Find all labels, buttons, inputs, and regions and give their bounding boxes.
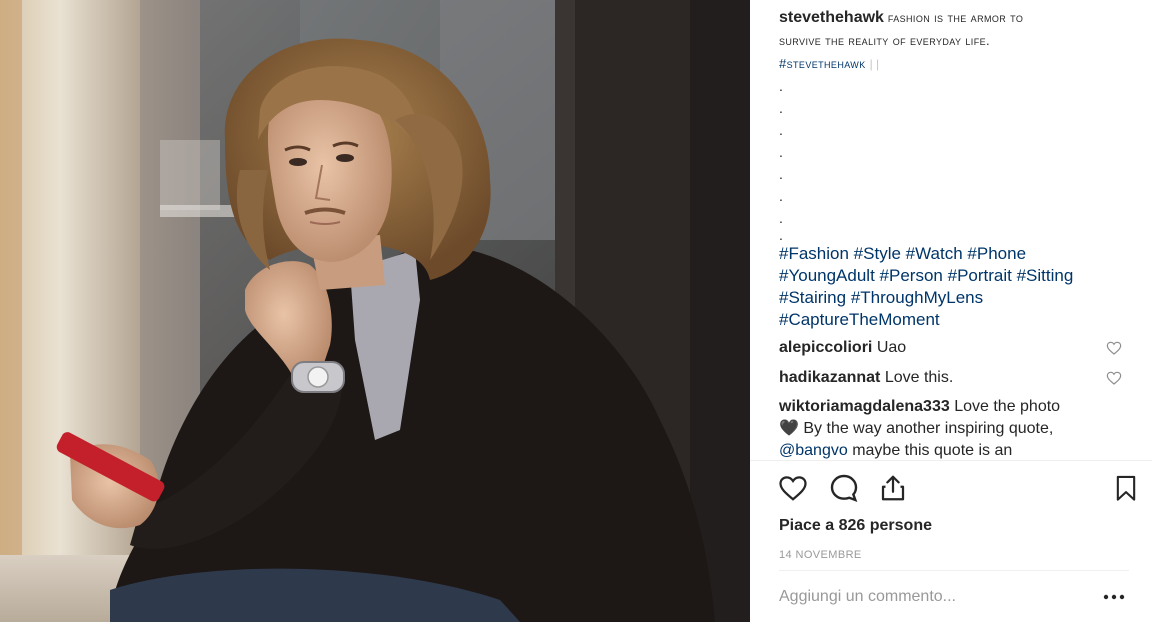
comment-input[interactable]	[779, 585, 1079, 609]
hashtag-link[interactable]: #CaptureTheMoment	[779, 310, 940, 329]
hashtag-link[interactable]: #Sitting	[1017, 266, 1074, 285]
hashtag-row: #YoungAdult #Person #Portrait #Sitting	[779, 265, 1132, 287]
caption-dot: .	[779, 210, 783, 226]
hashtag-row: #CaptureTheMoment	[779, 309, 1132, 331]
caption-username[interactable]: stevethehawk	[779, 9, 884, 26]
post-actions: Piace a 826 persone 14 NOVEMBRE	[750, 460, 1152, 570]
like-comment-heart-icon[interactable]	[1106, 370, 1122, 386]
portrait-photo	[0, 0, 750, 622]
caption-dot: .	[779, 100, 783, 116]
post-photo[interactable]	[0, 0, 750, 622]
caption-tag-separator: | |	[869, 57, 880, 71]
like-comment-heart-icon[interactable]	[1106, 340, 1122, 356]
heart-icon	[779, 476, 807, 501]
add-comment-bar	[779, 570, 1129, 622]
speech-bubble-icon	[830, 474, 858, 503]
hashtag-link[interactable]: #Stairing	[779, 288, 846, 307]
comment-username[interactable]: wiktoriamagdalena333	[779, 398, 950, 415]
comment-username[interactable]: alepiccoliori	[779, 339, 872, 356]
hashtag-link[interactable]: #Person	[880, 266, 943, 285]
hashtag-link[interactable]: #YoungAdult	[779, 266, 875, 285]
hashtag-link[interactable]: #Style	[854, 244, 901, 263]
caption-dot: .	[779, 144, 783, 160]
share-button[interactable]	[876, 471, 910, 505]
action-icons-row	[776, 461, 1136, 517]
comment-text: Uao	[876, 339, 907, 356]
comment-username[interactable]: hadikazannat	[779, 369, 880, 386]
comment-button[interactable]	[827, 471, 861, 505]
caption-dot: .	[779, 166, 783, 182]
comment-item: alepiccoliori Uao	[779, 337, 1132, 359]
share-icon	[881, 475, 905, 501]
caption-dot: .	[779, 78, 783, 94]
hashtag-row: #Stairing #ThroughMyLens	[779, 287, 1132, 309]
hashtag-row: #Fashion #Style #Watch #Phone	[779, 243, 1132, 265]
comment-text: Love this.	[884, 369, 954, 386]
save-button[interactable]	[1109, 471, 1143, 505]
bookmark-icon	[1116, 475, 1136, 501]
caption-dot: .	[779, 188, 783, 204]
more-options-icon[interactable]	[1103, 589, 1125, 605]
caption-hashtags: #Fashion #Style #Watch #Phone #YoungAdul…	[779, 243, 1132, 331]
caption-dot: .	[779, 227, 783, 243]
comment-text-line3: maybe this quote is an	[852, 442, 1013, 459]
comment-text: Love the photo	[954, 398, 1061, 415]
black-heart-emoji: 🖤	[779, 420, 799, 437]
comment-item: hadikazannat Love this.	[779, 367, 1132, 389]
hashtag-link[interactable]: #ThroughMyLens	[851, 288, 983, 307]
caption-dots: . . . . . . . .	[779, 75, 1132, 243]
caption-dot: .	[779, 122, 783, 138]
likes-count[interactable]: Piace a 826 persone	[779, 517, 1132, 535]
like-button[interactable]	[776, 471, 810, 505]
hashtag-link[interactable]: #Phone	[967, 244, 1026, 263]
hashtag-link[interactable]: #Fashion	[779, 244, 849, 263]
caption-tag[interactable]: #stevethehawk	[779, 56, 866, 71]
hashtag-link[interactable]: #Watch	[906, 244, 963, 263]
caption-text-line1: fashion is the armor to	[887, 10, 1024, 25]
post-sidebar: stevethehawk fashion is the armor to sur…	[750, 0, 1152, 622]
comment-text-line2: By the way another inspiring quote,	[803, 420, 1054, 437]
post-caption: stevethehawk fashion is the armor to sur…	[779, 6, 1132, 75]
caption-text-line2: survive the reality of everyday life.	[779, 33, 991, 48]
comment-item: wiktoriamagdalena333 Love the photo 🖤 By…	[779, 396, 1132, 460]
comment-mention-link[interactable]: @bangvo	[779, 442, 848, 459]
hashtag-link[interactable]: #Portrait	[948, 266, 1012, 285]
comments-scroll-area[interactable]: stevethehawk fashion is the armor to sur…	[750, 0, 1152, 460]
post-date[interactable]: 14 NOVEMBRE	[779, 549, 1132, 561]
